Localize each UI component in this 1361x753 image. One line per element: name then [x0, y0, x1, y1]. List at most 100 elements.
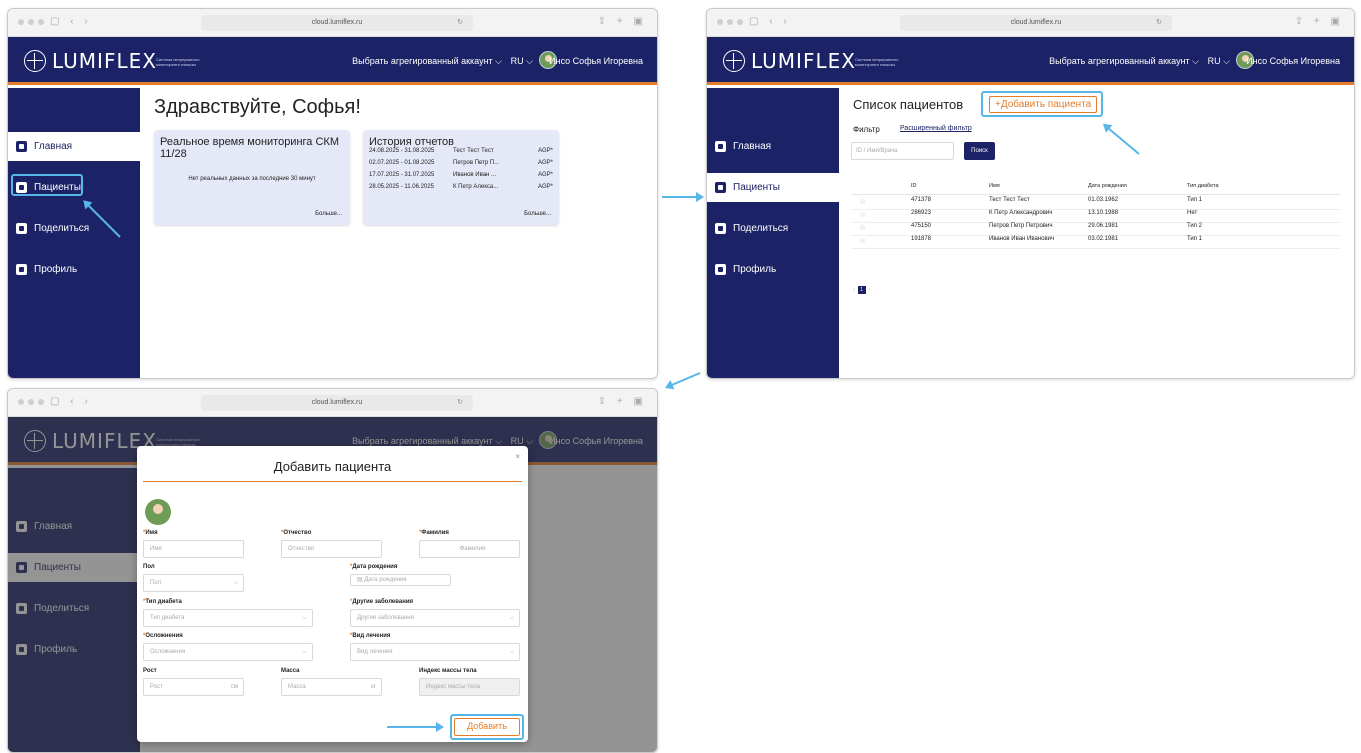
sidebar-item-share[interactable]: Поделиться: [707, 214, 839, 243]
browser-action-icons[interactable]: ⇪ + ▣: [598, 396, 647, 407]
sidebar-item-label: Поделиться: [34, 223, 90, 234]
table-row[interactable]: ☆ 286923 К Петр Александрович 13.10.1988…: [851, 210, 1340, 223]
first-name-field[interactable]: Имя: [143, 540, 244, 558]
realtime-card[interactable]: Реальное время мониторинга СКМ 11/28 Нет…: [154, 130, 350, 225]
sidebar-item-label: Поделиться: [733, 223, 789, 234]
chevron-down-icon: ⌵: [233, 580, 238, 586]
profile-icon: [16, 264, 27, 275]
logo[interactable]: LUMIFLEX: [24, 49, 157, 73]
close-icon[interactable]: ×: [515, 452, 520, 461]
logo-globe-icon: [24, 50, 46, 72]
weight-field[interactable]: Масса кг: [281, 678, 382, 696]
treatment-select[interactable]: Вид лечения ⌵: [350, 643, 520, 661]
logo-text: LUMIFLEX: [751, 49, 856, 73]
complications-select[interactable]: Осложнения ⌵: [143, 643, 313, 661]
list-item[interactable]: 24.08.2025 - 31.08.2025 Тест Тест Тест AGP…: [369, 148, 553, 158]
address-bar[interactable]: cloud.lumiflex.ru ↻: [201, 395, 473, 411]
window-controls[interactable]: [18, 19, 44, 25]
sex-select[interactable]: Пол ⌵: [143, 574, 244, 592]
user-name[interactable]: Инсо Софья Игоревна: [549, 56, 643, 66]
sidebar-item-profile[interactable]: Профиль: [707, 255, 839, 284]
height-field[interactable]: Рост см: [143, 678, 244, 696]
logo[interactable]: LUMIFLEX: [723, 49, 856, 73]
list-item[interactable]: 17.07.2025 - 31.07.2025 Иванов Иван ... AG…: [369, 172, 553, 182]
browser-nav-icons[interactable]: ▢ ‹ ›: [50, 16, 92, 27]
home-icon: [715, 141, 726, 152]
home-icon: [16, 141, 27, 152]
window-controls[interactable]: [18, 399, 44, 405]
sex-label: Пол: [143, 564, 155, 570]
profile-icon: [715, 264, 726, 275]
reload-icon[interactable]: ↻: [1156, 15, 1162, 31]
sidebar-item-home[interactable]: Главная: [707, 132, 839, 161]
history-card[interactable]: История отчетов 24.08.2025 - 31.08.2025 Т…: [363, 130, 559, 225]
table-row[interactable]: ☆ 471378 Тест Тест Тест 01.03.1962 Тип 1: [851, 197, 1340, 210]
sidebar-item-share[interactable]: Поделиться: [8, 214, 140, 243]
logo-globe-icon: [723, 50, 745, 72]
window-controls[interactable]: [717, 19, 743, 25]
extended-filter-link[interactable]: Расширенный фильтр: [900, 125, 972, 132]
sidebar-item-patients[interactable]: Пациенты: [707, 173, 839, 202]
browser-action-icons[interactable]: ⇪ + ▣: [1295, 16, 1344, 27]
address-bar[interactable]: cloud.lumiflex.ru ↻: [900, 15, 1172, 31]
sidebar-item-label: Профиль: [34, 264, 78, 275]
search-button[interactable]: Поиск: [964, 142, 995, 160]
reload-icon[interactable]: ↻: [457, 395, 463, 411]
browser-nav-icons[interactable]: ▢ ‹ ›: [749, 16, 791, 27]
list-item[interactable]: 28.05.2025 - 11.06.2025 К Петр Алекса... A…: [369, 184, 553, 194]
sidebar-item-profile[interactable]: Профиль: [8, 255, 140, 284]
patronymic-field[interactable]: Отчество: [281, 540, 382, 558]
modal-title: Добавить пациента: [273, 459, 392, 474]
star-icon[interactable]: ☆: [859, 210, 866, 219]
diabetes-type-select[interactable]: Тип диабета ⌵: [143, 609, 313, 627]
weight-label: Масса: [281, 668, 300, 674]
language-selector[interactable]: RU ⌵: [1208, 56, 1230, 67]
last-name-field[interactable]: Фамилия: [419, 540, 520, 558]
browser-window-add-patient: ▢ ‹ › cloud.lumiflex.ru↻ ⇪ + ▣ LUMIFLEX …: [7, 388, 658, 753]
language-selector[interactable]: RU ⌵: [511, 56, 533, 67]
browser-action-icons[interactable]: ⇪ + ▣: [598, 16, 647, 27]
star-icon[interactable]: ☆: [859, 223, 866, 232]
patient-icon: [715, 182, 726, 193]
divider: [143, 481, 522, 482]
user-name[interactable]: Инсо Софья Игоревна: [1246, 56, 1340, 66]
prev-page-button[interactable]: ‹: [853, 287, 855, 293]
more-link[interactable]: Больше...: [524, 211, 551, 217]
other-diseases-select[interactable]: Другие заболевания ⌵: [350, 609, 520, 627]
account-selector[interactable]: Выбрать агрегированный аккаунт ⌵: [352, 56, 502, 67]
treatment-label: *Вид лечения: [350, 633, 391, 639]
dob-field[interactable]: ▤ Дата рождения: [350, 574, 451, 586]
reload-icon[interactable]: ↻: [457, 15, 463, 31]
search-input[interactable]: ID / Имя/Врача: [851, 142, 954, 160]
column-header: Дата рождения: [1088, 183, 1127, 189]
browser-chrome: ▢ ‹ › cloud.lumiflex.ru ↻ ⇪ + ▣: [8, 389, 657, 417]
browser-chrome: ▢ ‹ › cloud.lumiflex.ru ↻ ⇪ + ▣: [707, 9, 1354, 37]
realtime-card-title: Реальное время мониторинга СКМ 11/28: [160, 136, 339, 160]
logo-text: LUMIFLEX: [52, 49, 157, 73]
page-number-button[interactable]: 1: [857, 286, 866, 294]
patient-avatar-icon[interactable]: [145, 499, 171, 525]
browser-chrome: ▢ ‹ › cloud.lumiflex.ru ↻ ⇪ + ▣: [8, 9, 657, 37]
table-row[interactable]: ☆ 191878 Иванов Иван Иванович 03.02.1981…: [851, 236, 1340, 249]
app-header: LUMIFLEX Система непрерывного мониторинг…: [707, 37, 1354, 85]
highlight-add-button: [450, 714, 524, 740]
highlight-add-patient: [981, 91, 1103, 117]
chevron-down-icon: ⌵: [509, 649, 514, 655]
list-item[interactable]: 02.07.2025 - 01.08.2025 Петров Петр П... A…: [369, 160, 553, 170]
other-diseases-label: *Другие заболевания: [350, 599, 414, 605]
browser-nav-icons[interactable]: ▢ ‹ ›: [50, 396, 92, 407]
share-icon: [16, 223, 27, 234]
address-bar[interactable]: cloud.lumiflex.ru ↻: [201, 15, 473, 31]
star-icon[interactable]: ☆: [859, 236, 866, 245]
account-selector[interactable]: Выбрать агрегированный аккаунт ⌵: [1049, 56, 1199, 67]
history-card-title: История отчетов: [369, 136, 454, 148]
star-icon[interactable]: ☆: [859, 197, 866, 206]
pointer-arrow-icon: [1103, 124, 1140, 155]
sidebar-item-home[interactable]: Главная: [8, 132, 140, 161]
table-row[interactable]: ☆ 475150 Петров Петр Петрович 29.06.1981…: [851, 223, 1340, 236]
patients-main: Список пациентов +Добавить пациента Филь…: [839, 88, 1354, 378]
more-link[interactable]: Больше...: [315, 211, 342, 217]
sidebar: Главная Пациенты Поделиться Профиль: [8, 88, 140, 378]
url-text: cloud.lumiflex.ru: [311, 19, 363, 26]
next-page-button[interactable]: ›: [869, 287, 871, 293]
